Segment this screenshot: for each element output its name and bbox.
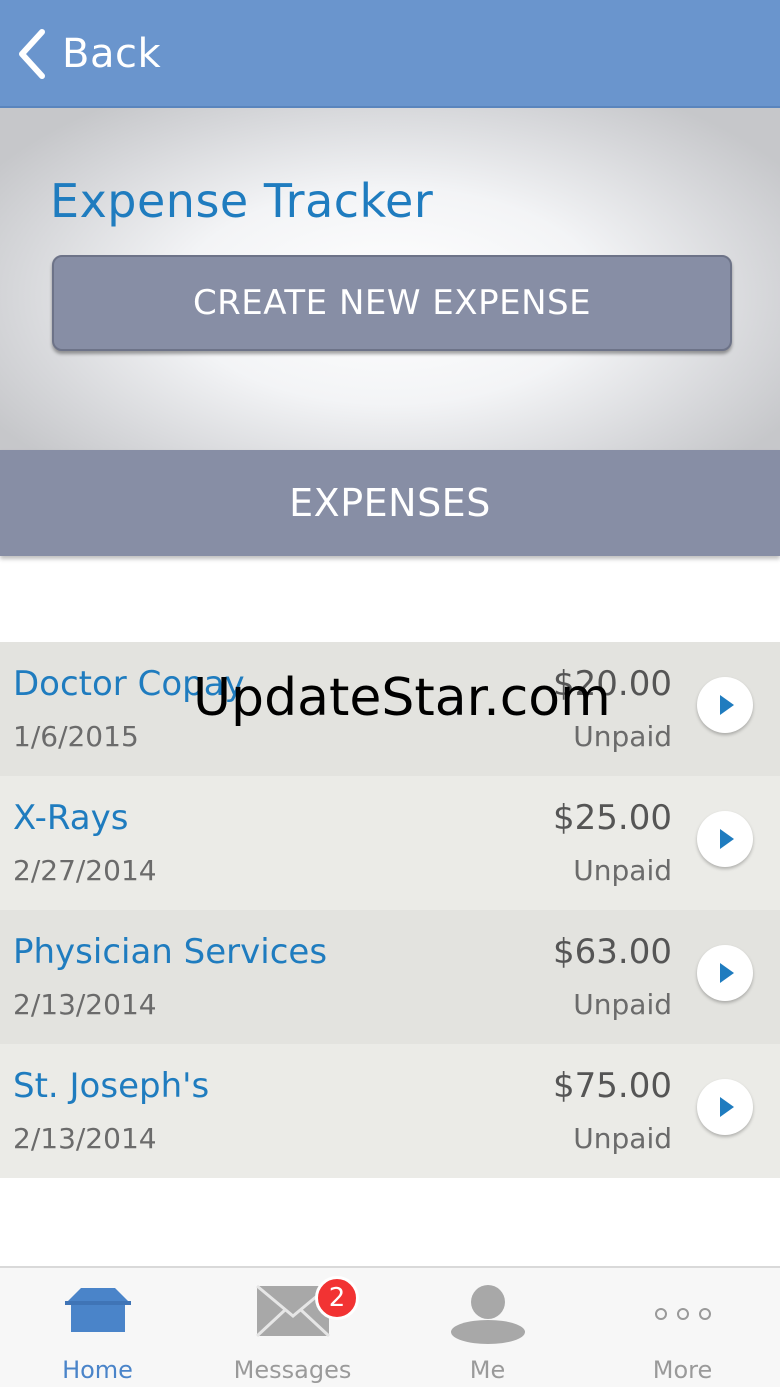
expense-name: St. Joseph's: [13, 1066, 210, 1106]
expense-status: Unpaid: [573, 988, 672, 1021]
back-button[interactable]: Back: [16, 22, 161, 86]
expense-amount: $25.00: [553, 798, 672, 838]
tab-home[interactable]: Home: [0, 1268, 195, 1387]
row-detail-button[interactable]: [697, 677, 753, 733]
expense-name: Doctor Copay: [13, 664, 245, 704]
expense-date: 2/13/2014: [13, 988, 157, 1021]
tab-messages-label: Messages: [233, 1356, 352, 1384]
person-icon: [450, 1282, 526, 1344]
home-icon: [61, 1282, 135, 1338]
list-item[interactable]: St. Joseph's 2/13/2014 $75.00 Unpaid: [0, 1044, 780, 1178]
expense-amount: $63.00: [553, 932, 672, 972]
tab-more-label: More: [652, 1356, 713, 1384]
top-navbar: Back: [0, 0, 780, 108]
tab-messages[interactable]: 2 Messages: [195, 1268, 390, 1387]
expense-date: 1/6/2015: [13, 720, 139, 753]
list-item[interactable]: Doctor Copay 1/6/2015 $20.00 Unpaid: [0, 642, 780, 776]
expense-name: X-Rays: [13, 798, 129, 838]
app-screen: Back Expense Tracker CREATE NEW EXPENSE …: [0, 0, 780, 1387]
page-title: Expense Tracker: [50, 174, 434, 228]
list-item[interactable]: X-Rays 2/27/2014 $25.00 Unpaid: [0, 776, 780, 910]
list-item[interactable]: Physician Services 2/13/2014 $63.00 Unpa…: [0, 910, 780, 1044]
expense-date: 2/27/2014: [13, 854, 157, 887]
play-arrow-icon: [716, 695, 734, 715]
tab-home-label: Home: [62, 1356, 133, 1384]
back-label: Back: [62, 31, 162, 77]
expense-status: Unpaid: [573, 854, 672, 887]
expense-list: Doctor Copay 1/6/2015 $20.00 Unpaid X-Ra…: [0, 642, 780, 1178]
bottom-tab-bar: Home 2 Messages Me More: [0, 1266, 780, 1387]
expense-name: Physician Services: [13, 932, 328, 972]
expense-date: 2/13/2014: [13, 1122, 157, 1155]
messages-badge: 2: [315, 1276, 359, 1320]
expenses-section-header: EXPENSES: [0, 450, 780, 556]
play-arrow-icon: [716, 1097, 734, 1117]
expense-status: Unpaid: [573, 720, 672, 753]
row-detail-button[interactable]: [697, 811, 753, 867]
tab-more[interactable]: More: [585, 1268, 780, 1387]
tab-me-label: Me: [469, 1356, 506, 1384]
header-panel: Expense Tracker CREATE NEW EXPENSE: [0, 108, 780, 450]
create-expense-button[interactable]: CREATE NEW EXPENSE: [52, 255, 732, 351]
expense-amount: $75.00: [553, 1066, 672, 1106]
play-arrow-icon: [716, 829, 734, 849]
expense-amount: $20.00: [553, 664, 672, 704]
expense-status: Unpaid: [573, 1122, 672, 1155]
row-detail-button[interactable]: [697, 1079, 753, 1135]
tab-me[interactable]: Me: [390, 1268, 585, 1387]
more-dots-icon: [653, 1282, 713, 1338]
chevron-left-icon: [16, 28, 48, 80]
play-arrow-icon: [716, 963, 734, 983]
row-detail-button[interactable]: [697, 945, 753, 1001]
